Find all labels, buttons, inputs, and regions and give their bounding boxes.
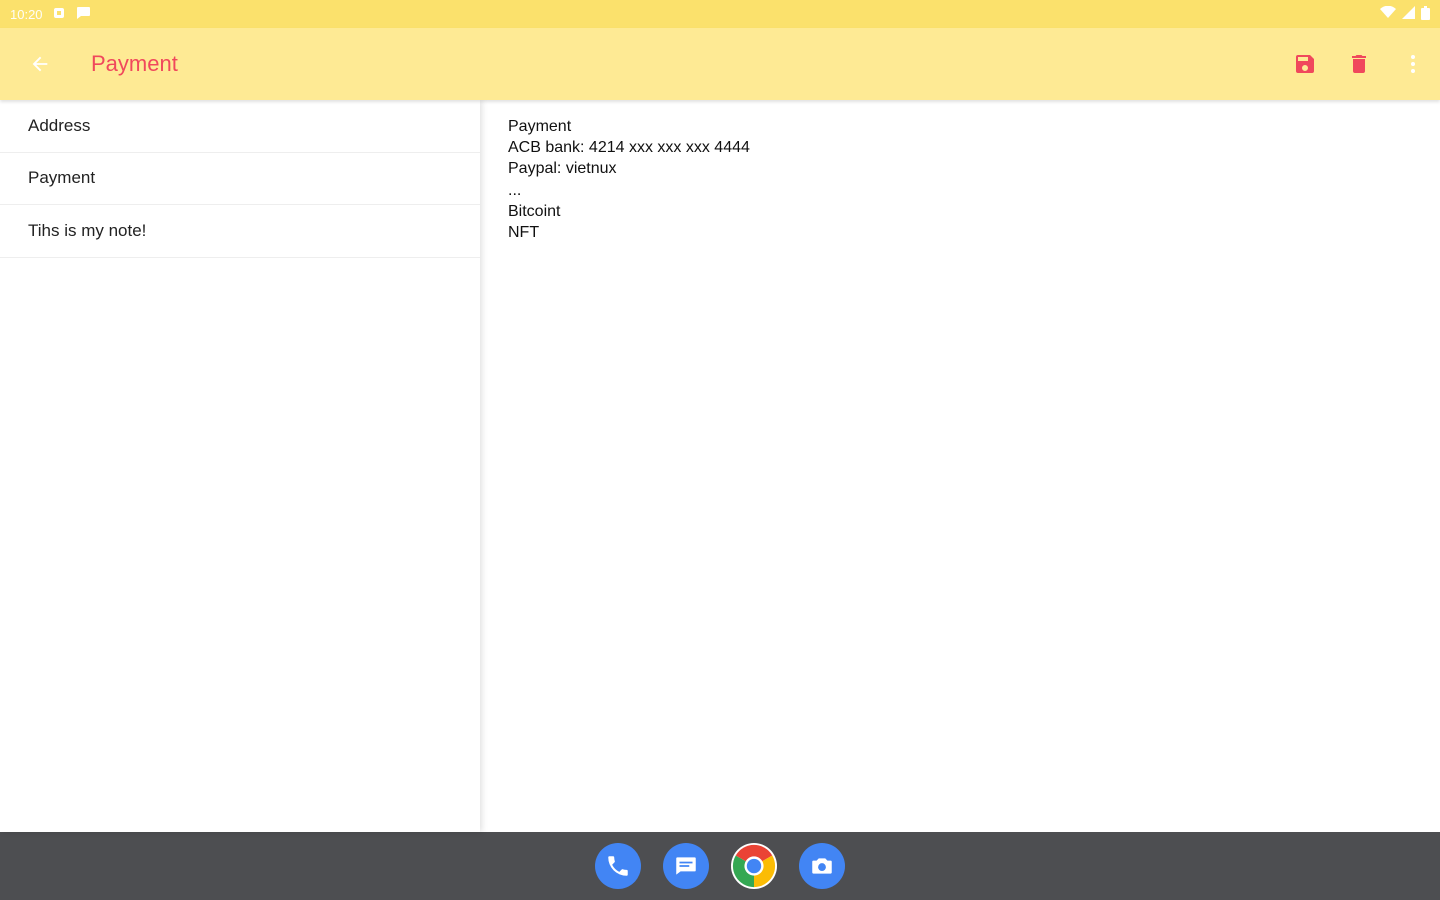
save-button[interactable]: [1278, 28, 1332, 100]
battery-icon: [1421, 5, 1430, 23]
back-button[interactable]: [0, 28, 80, 100]
list-item-title: Tihs is my note!: [28, 220, 147, 240]
note-line: Payment: [508, 118, 572, 135]
phone-icon: [608, 856, 628, 876]
list-item[interactable]: Payment: [0, 153, 480, 205]
list-item[interactable]: Address: [0, 100, 480, 153]
notes-list: Address Payment Tihs is my note!: [0, 100, 480, 832]
page-title: Payment: [91, 51, 178, 76]
note-line: Paypal: vietnux: [508, 160, 617, 178]
more-vert-icon: [1411, 55, 1415, 73]
save-icon: [1296, 55, 1314, 73]
note-line: Bitcoint: [508, 202, 561, 220]
arrow-back-icon: [32, 56, 48, 72]
more-options-button[interactable]: [1386, 28, 1440, 100]
app-bar: Payment: [0, 28, 1440, 100]
camera-app-button[interactable]: [799, 843, 845, 889]
chat-icon: [75, 6, 91, 22]
list-item[interactable]: Tihs is my note!: [0, 205, 480, 258]
camera-icon: [812, 858, 832, 874]
chrome-app-button[interactable]: [731, 843, 777, 889]
wifi-icon: [1380, 5, 1396, 22]
delete-icon: [1352, 55, 1366, 73]
status-bar: 10:20: [0, 0, 1440, 28]
notification-icon: [53, 7, 65, 22]
phone-app-button[interactable]: [595, 843, 641, 889]
nav-bar: [0, 832, 1440, 900]
note-line: NFT: [508, 224, 540, 242]
list-item-title: Payment: [28, 168, 96, 188]
status-time: 10:20: [10, 6, 43, 22]
note-line: ...: [508, 181, 522, 199]
note-line: ACB bank: 4214 xxx xxx xxx 4444: [508, 139, 750, 157]
messages-app-button[interactable]: [663, 843, 709, 889]
list-item-title: Address: [28, 115, 91, 135]
note-editor[interactable]: Payment ACB bank: 4214 xxx xxx xxx 4444 …: [480, 100, 1440, 832]
chrome-icon: [732, 844, 776, 888]
delete-button[interactable]: [1332, 28, 1386, 100]
signal-icon: [1402, 6, 1415, 22]
messages-icon: [676, 857, 696, 875]
